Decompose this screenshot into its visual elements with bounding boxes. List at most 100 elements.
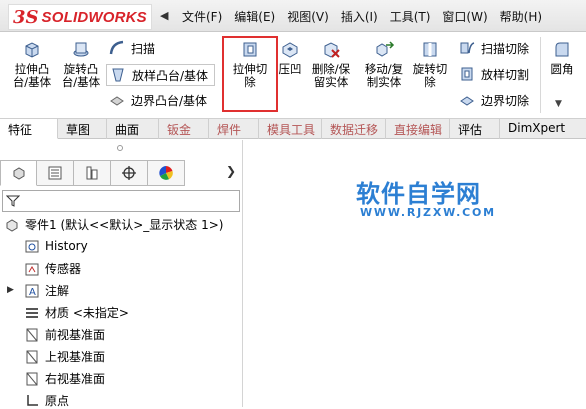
delete-keep-body-button[interactable]: 删除/保 留实体 [306, 35, 356, 89]
part-label: 零件1 (默认<<默认>_显示状态 1>) [25, 218, 224, 232]
loft-boss-label: 放样凸台/基体 [132, 68, 209, 83]
delete-body-icon [324, 42, 340, 58]
delete-keep-body-label: 删除/保 留实体 [311, 62, 351, 89]
svg-text:A: A [29, 287, 36, 298]
swept-cut-label: 扫描切除 [481, 41, 530, 56]
tree-node-front-plane[interactable]: 前视基准面 [24, 326, 105, 343]
history-icon [25, 240, 39, 253]
tree-node-part[interactable]: 零件1 (默认<<默认>_显示状态 1>) [4, 216, 223, 233]
sweep-icon [109, 40, 124, 55]
top-plane-label: 上视基准面 [45, 350, 106, 364]
move-copy-body-label: 移动/复 制实体 [364, 62, 404, 89]
solidworks-logo[interactable]: 3S SOLIDWORKS [8, 4, 152, 30]
annotation-icon: A [25, 284, 39, 298]
watermark-title: 软件自学网 [356, 180, 481, 208]
fillet-dropdown-icon[interactable]: ▼ [555, 99, 562, 109]
menu-tools[interactable]: 工具(T) [390, 8, 431, 25]
origin-icon [27, 394, 38, 406]
tab-weldments[interactable]: 焊件 [209, 119, 259, 139]
material-icon [26, 307, 38, 318]
crosshair-icon [122, 166, 136, 180]
lofted-cut-label: 放样切割 [481, 67, 530, 82]
panel-tabs-scroll-icon[interactable]: ❯ [226, 164, 236, 178]
tab-dimxpert[interactable]: DimXpert [500, 119, 566, 139]
boundary-cut-label: 边界切除 [481, 93, 530, 108]
tree-node-history[interactable]: History [24, 238, 88, 254]
revolve-boss-button[interactable]: 旋转凸 台/基体 [57, 35, 105, 89]
command-tabs: 特征 草图 曲面 钣金 焊件 模具工具 数据迁移 直接编辑 评估 DimXper… [0, 119, 586, 139]
revolve-cut-icon [423, 42, 437, 57]
logo-text: SOLIDWORKS [41, 8, 147, 26]
plane-icon [26, 372, 38, 385]
fillet-icon [555, 42, 569, 57]
material-label: 材质 <未指定> [45, 306, 129, 320]
menu-view[interactable]: 视图(V) [287, 8, 329, 25]
boundary-boss-button[interactable]: 边界凸台/基体 [108, 91, 207, 109]
revolve-boss-label: 旋转凸 台/基体 [61, 62, 101, 89]
extrude-boss-label: 拉伸凸 台/基体 [12, 62, 52, 89]
tab-displaymanager[interactable] [148, 160, 185, 186]
origin-label: 原点 [45, 394, 70, 408]
annotations-expand-icon[interactable]: ▶ [7, 285, 14, 295]
tree-node-annotations[interactable]: A 注解 [24, 282, 69, 299]
indent-button[interactable]: 压凹 [276, 35, 304, 76]
tab-dimxpertmanager[interactable] [111, 160, 148, 186]
tree-filter-bar[interactable] [2, 190, 240, 212]
color-wheel-icon [159, 166, 173, 180]
graphics-area[interactable]: 软件自学网 WWW.RJZXW.COM [244, 140, 586, 407]
tab-propertymanager[interactable] [37, 160, 74, 186]
tab-surfaces[interactable]: 曲面 [107, 119, 159, 139]
tab-featuremanager[interactable] [0, 160, 37, 186]
sweep-label: 扫描 [131, 41, 156, 56]
swept-cut-button[interactable]: 扫描切除 [458, 39, 529, 57]
swept-cut-icon [460, 42, 475, 54]
front-plane-label: 前视基准面 [45, 328, 106, 342]
configurationmanager-icon [86, 166, 98, 180]
sensor-icon [25, 263, 39, 275]
lofted-cut-icon [461, 67, 473, 81]
move-copy-body-button[interactable]: 移动/复 制实体 [359, 35, 409, 89]
watermark-url: WWW.RJZXW.COM [360, 206, 496, 219]
annotations-label: 注解 [45, 284, 70, 298]
tree-node-material[interactable]: 材质 <未指定> [24, 304, 129, 321]
boundary-cut-button[interactable]: 边界切除 [458, 91, 529, 109]
fillet-button[interactable]: 圆角 [544, 35, 580, 76]
revolve-boss-icon [73, 42, 89, 57]
menu-expand-icon[interactable]: ◀ [160, 9, 168, 22]
plane-icon [26, 350, 38, 363]
tab-evaluate[interactable]: 评估 [450, 119, 500, 139]
tab-data-migration[interactable]: 数据迁移 [322, 119, 386, 139]
ds-logo-mark: 3S [13, 6, 39, 28]
revolve-cut-label: 旋转切 除 [412, 62, 448, 89]
menu-file[interactable]: 文件(F) [182, 8, 222, 25]
tab-features[interactable]: 特征 [0, 119, 58, 139]
menu-edit[interactable]: 编辑(E) [234, 8, 275, 25]
boundary-boss-icon [110, 96, 124, 106]
tab-mold-tools[interactable]: 模具工具 [259, 119, 322, 139]
tree-node-sensors[interactable]: 传感器 [24, 260, 81, 277]
ribbon-separator [540, 37, 541, 113]
lofted-cut-button[interactable]: 放样切割 [458, 65, 529, 83]
menu-bar: 文件(F) 编辑(E) 视图(V) 插入(I) 工具(T) 窗口(W) 帮助(H… [182, 8, 554, 25]
tab-configurationmanager[interactable] [74, 160, 111, 186]
tree-node-right-plane[interactable]: 右视基准面 [24, 370, 105, 387]
extrude-boss-button[interactable]: 拉伸凸 台/基体 [8, 35, 56, 89]
history-label: History [45, 239, 88, 253]
menu-window[interactable]: 窗口(W) [442, 8, 487, 25]
panel-grip-icon[interactable] [117, 145, 123, 151]
extrude-cut-highlight-box [222, 36, 278, 112]
feature-ribbon: 拉伸凸 台/基体 旋转凸 台/基体 扫描 放样凸台/基体 边界凸台/基体 拉伸切… [0, 33, 586, 119]
sweep-button[interactable]: 扫描 [108, 39, 155, 57]
filter-icon [6, 195, 20, 207]
tab-direct-editing[interactable]: 直接编辑 [386, 119, 450, 139]
boundary-boss-label: 边界凸台/基体 [131, 93, 208, 108]
tab-sheet-metal[interactable]: 钣金 [159, 119, 209, 139]
tab-sketch[interactable]: 草图 [58, 119, 107, 139]
menu-help[interactable]: 帮助(H) [500, 8, 542, 25]
menu-insert[interactable]: 插入(I) [341, 8, 378, 25]
propertymanager-icon [48, 166, 62, 180]
tree-node-top-plane[interactable]: 上视基准面 [24, 348, 105, 365]
revolve-cut-button[interactable]: 旋转切 除 [410, 35, 450, 89]
tree-node-origin[interactable]: 原点 [24, 392, 69, 409]
loft-boss-button[interactable]: 放样凸台/基体 [106, 64, 216, 86]
